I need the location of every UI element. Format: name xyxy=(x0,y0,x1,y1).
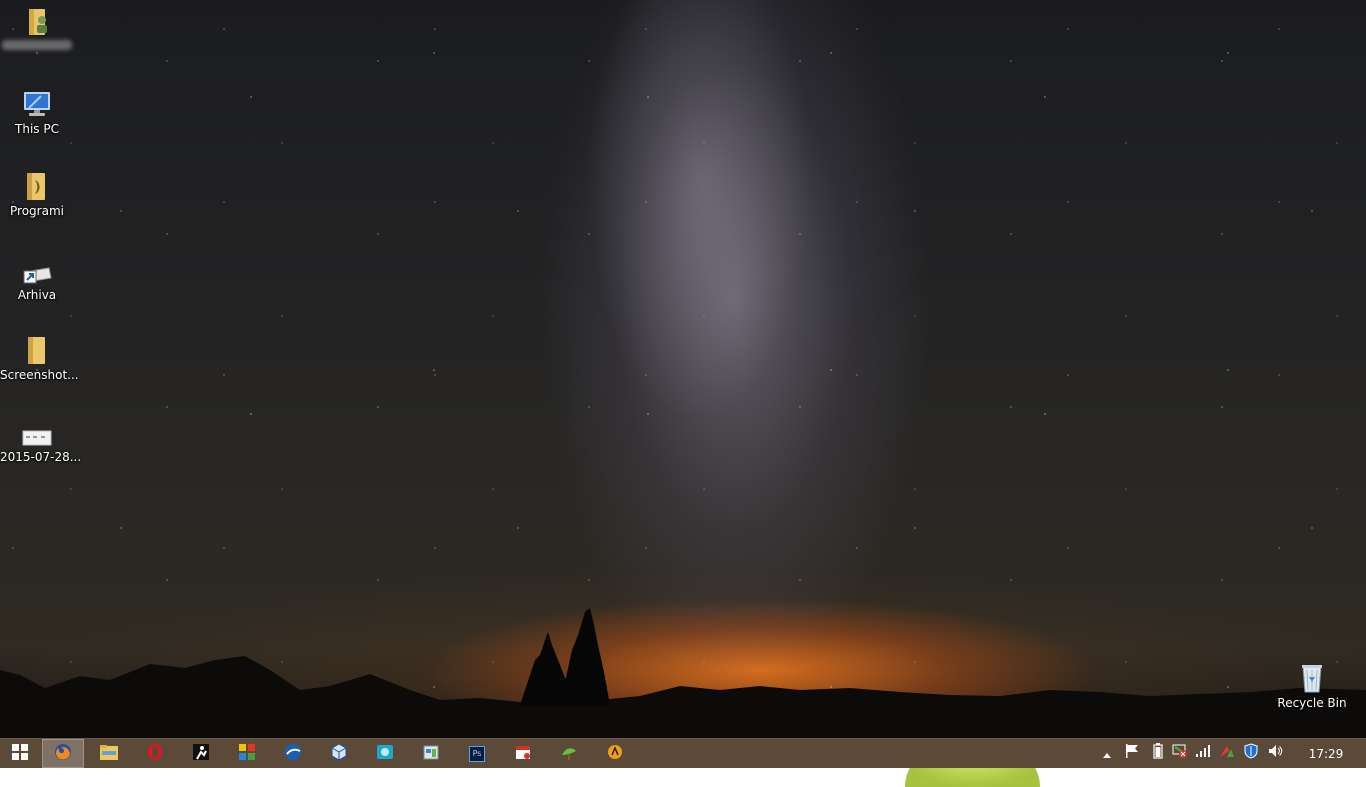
defender-shield-button[interactable] xyxy=(1243,743,1259,763)
network-warning-button[interactable] xyxy=(1172,743,1188,763)
taskbar-photoshop-button[interactable]: Ps xyxy=(456,739,498,768)
start-button[interactable] xyxy=(0,739,40,768)
virtualbox-icon xyxy=(330,742,348,765)
desktop-icon-image-file[interactable]: 2015-07-28... xyxy=(0,426,82,464)
taskbar-app-figure-button[interactable] xyxy=(180,739,222,768)
computer-icon xyxy=(21,88,53,120)
plant-app-icon xyxy=(560,743,578,765)
tools-app-icon xyxy=(422,743,440,765)
taskbar-virtualbox-button[interactable] xyxy=(318,739,360,768)
desktop-icon-this-pc[interactable]: This PC xyxy=(0,88,74,136)
folder-icon xyxy=(21,170,53,202)
image-file-icon xyxy=(21,426,53,448)
desktop-icon-image-file-label: 2015-07-28... xyxy=(0,450,82,464)
calendar-app-icon xyxy=(514,743,532,765)
taskbar-orange-app-button[interactable] xyxy=(594,739,636,768)
desktop-icon-programi[interactable]: Programi xyxy=(0,170,74,218)
desktop-icon-recycle-bin[interactable]: Recycle Bin xyxy=(1275,662,1349,710)
desktop-icon-screenshots-label: Screenshot... xyxy=(0,368,79,382)
desktop-icon-arhiva[interactable]: Arhiva xyxy=(0,262,74,302)
taskbar-clock[interactable]: 17:29 xyxy=(1296,739,1356,769)
action-center-flag-icon xyxy=(1124,743,1140,763)
show-hidden-icons-icon xyxy=(1102,744,1112,763)
drive-shortcut-icon xyxy=(21,262,53,286)
wallpaper-mountains xyxy=(0,608,1366,738)
desktop-icon-user-folder-label xyxy=(2,40,72,50)
desktop-icon-arhiva-label: Arhiva xyxy=(17,288,57,302)
opera-icon xyxy=(146,743,164,765)
user-folder-icon xyxy=(21,6,53,38)
desktop-icon-user-folder[interactable] xyxy=(0,6,74,50)
volume-button[interactable] xyxy=(1267,745,1283,761)
taskbar-file-explorer-button[interactable] xyxy=(88,739,130,768)
signal-bars-icon xyxy=(1195,743,1211,763)
desktop-icon-this-pc-label: This PC xyxy=(15,122,59,136)
signal-bars-button[interactable] xyxy=(1195,745,1211,761)
battery-button[interactable] xyxy=(1150,743,1166,763)
recycle-bin-icon xyxy=(1296,662,1328,694)
taskbar: Ps 17:29 xyxy=(0,738,1366,768)
taskbar-tiles-app-button[interactable] xyxy=(226,739,268,768)
desktop-wallpaper xyxy=(0,0,1366,738)
desktop-icon-recycle-bin-label: Recycle Bin xyxy=(1277,696,1347,710)
firefox-icon xyxy=(54,743,72,765)
cyan-app-icon xyxy=(376,743,394,765)
taskbar-tools-app-button[interactable] xyxy=(410,739,452,768)
photoshop-icon: Ps xyxy=(469,745,485,762)
app-figure-icon xyxy=(192,743,210,765)
orange-app-icon xyxy=(606,743,624,765)
red-green-app-icon xyxy=(1219,743,1235,763)
defender-shield-icon xyxy=(1243,743,1259,763)
tiles-app-icon xyxy=(238,743,256,765)
taskbar-cyan-app-button[interactable] xyxy=(364,739,406,768)
folder-icon xyxy=(21,334,53,366)
taskbar-globe-app-button[interactable] xyxy=(272,739,314,768)
taskbar-firefox-button[interactable] xyxy=(42,739,84,768)
globe-app-icon xyxy=(284,743,302,765)
windows-logo-icon xyxy=(12,743,28,764)
volume-icon xyxy=(1267,743,1283,763)
desktop-icon-screenshots[interactable]: Screenshot... xyxy=(0,334,79,382)
red-green-app-button[interactable] xyxy=(1219,745,1235,761)
taskbar-opera-button[interactable] xyxy=(134,739,176,768)
action-center-button[interactable] xyxy=(1124,743,1140,763)
file-explorer-icon xyxy=(100,744,118,764)
show-hidden-icons-button[interactable] xyxy=(1099,745,1115,761)
taskbar-plant-app-button[interactable] xyxy=(548,739,590,768)
desktop-icon-programi-label: Programi xyxy=(10,204,64,218)
network-warning-icon xyxy=(1172,743,1188,763)
battery-icon xyxy=(1153,743,1163,763)
taskbar-calendar-app-button[interactable] xyxy=(502,739,544,768)
